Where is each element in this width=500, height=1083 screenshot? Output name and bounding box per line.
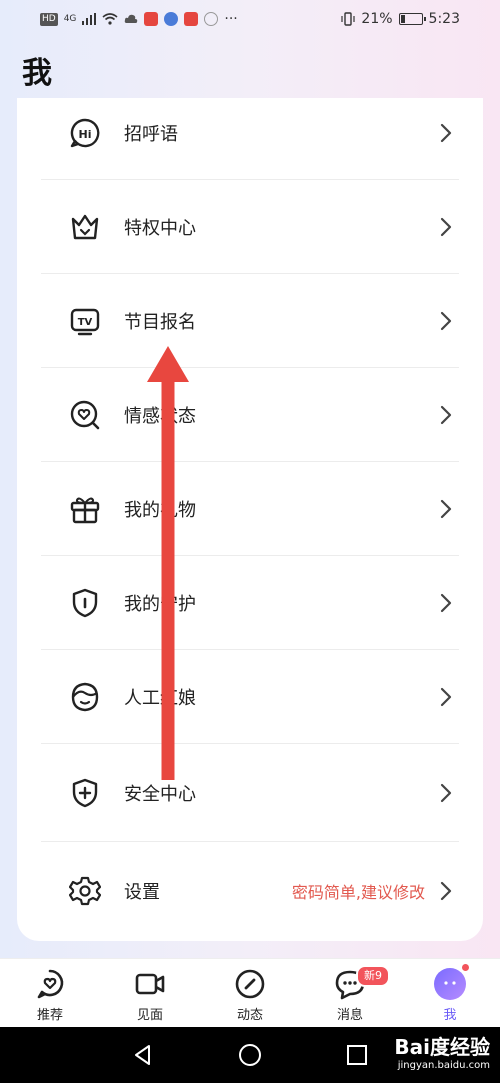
shield-plus-icon	[68, 776, 102, 810]
home-circle-icon	[238, 1044, 261, 1066]
menu-item-label: 情感状态	[124, 406, 196, 427]
chevron-right-icon	[440, 217, 452, 237]
back-triangle-icon	[135, 1045, 151, 1065]
bottom-nav: 推荐 见面 动态 新9 消息 我	[0, 958, 500, 1027]
menu-item-label: 设置	[124, 882, 160, 903]
heart-chat-icon	[33, 967, 67, 1001]
vibrate-icon	[341, 12, 356, 26]
compass-icon	[233, 967, 267, 1001]
nav-label: 消息	[336, 1008, 363, 1023]
status-bar-left: HD 4G ···	[40, 11, 238, 27]
menu-card: Hi 招呼语 特权中心 TV 节目报名 情感状态 我的礼物 我的守护 人工红娘 …	[17, 98, 483, 941]
chevron-right-icon	[440, 405, 452, 425]
heart-search-icon	[68, 398, 102, 432]
menu-item-show-signup[interactable]: TV 节目报名	[41, 274, 459, 368]
watermark-logo: Bai度经验	[394, 1035, 490, 1059]
menu-item-my-guardian[interactable]: 我的守护	[41, 556, 459, 650]
watermark-url: jingyan.baidu.com	[397, 1060, 490, 1071]
menu-item-label: 安全中心	[124, 784, 196, 805]
more-notifications: ···	[224, 11, 238, 27]
svg-text:TV: TV	[78, 317, 93, 328]
recents-square-icon	[346, 1045, 367, 1065]
music-notification-icon	[164, 12, 179, 26]
avatar	[434, 963, 470, 1000]
clock: 5:23	[428, 11, 460, 27]
menu-item-relationship-status[interactable]: 情感状态	[41, 368, 459, 462]
nav-label: 动态	[236, 1008, 263, 1023]
battery-icon	[398, 13, 426, 25]
menu-item-greeting[interactable]: Hi 招呼语	[41, 86, 459, 180]
shield-icon	[68, 586, 102, 620]
menu-item-label: 人工红娘	[124, 688, 196, 709]
nav-label: 见面	[136, 1008, 163, 1023]
menu-item-matchmaker[interactable]: 人工红娘	[41, 650, 459, 744]
wifi-icon	[102, 13, 118, 25]
signal-icon	[82, 13, 97, 25]
nav-tab-recommend[interactable]: 推荐	[0, 959, 100, 1027]
status-bar: HD 4G ··· 21% 5:23	[0, 0, 500, 38]
menu-item-my-gifts[interactable]: 我的礼物	[41, 462, 459, 556]
chevron-right-icon	[440, 687, 452, 707]
app-notification-icon	[184, 12, 199, 26]
gift-icon	[68, 492, 102, 526]
chevron-right-icon	[440, 499, 452, 519]
status-bar-right: 21% 5:23	[341, 11, 460, 27]
watermark: Bai度经验 jingyan.baidu.com	[394, 1035, 490, 1073]
menu-item-label: 招呼语	[124, 124, 178, 145]
avatar-icon	[433, 963, 470, 1001]
nav-tab-messages[interactable]: 新9 消息	[300, 959, 400, 1027]
home-button[interactable]	[238, 1043, 262, 1067]
svg-text:Hi: Hi	[79, 128, 92, 141]
chevron-right-icon	[440, 593, 452, 613]
app-notification-icon	[144, 12, 159, 26]
password-weak-hint: 密码简单,建议修改	[291, 883, 425, 902]
unread-badge: 新9	[356, 965, 390, 987]
crown-icon	[68, 210, 102, 244]
menu-item-settings[interactable]: 设置 密码简单,建议修改	[41, 844, 459, 938]
menu-item-security-center[interactable]: 安全中心	[41, 744, 459, 842]
recents-button[interactable]	[345, 1043, 369, 1067]
matchmaker-icon	[68, 680, 102, 714]
menu-item-privilege-center[interactable]: 特权中心	[41, 180, 459, 274]
nav-label: 推荐	[36, 1008, 63, 1023]
tv-icon: TV	[68, 304, 102, 338]
menu-item-label: 节目报名	[124, 312, 196, 333]
signal-label: 4G	[63, 14, 77, 24]
chevron-right-icon	[440, 783, 452, 803]
back-button[interactable]	[131, 1043, 155, 1067]
chevron-right-icon	[440, 123, 452, 143]
nav-tab-meet[interactable]: 见面	[100, 959, 200, 1027]
hd-badge: HD	[40, 12, 58, 26]
nav-tab-moments[interactable]: 动态	[200, 959, 300, 1027]
menu-item-label: 我的礼物	[124, 500, 196, 521]
gear-icon	[68, 874, 102, 908]
nav-label: 我	[443, 1008, 457, 1023]
chevron-right-icon	[440, 311, 452, 331]
video-icon	[133, 967, 167, 1001]
hi-icon: Hi	[68, 116, 102, 150]
cloud-icon	[125, 14, 138, 23]
notification-dot	[461, 963, 470, 972]
nav-tab-me[interactable]: 我	[400, 959, 500, 1027]
chevron-right-icon	[440, 881, 452, 901]
menu-item-label: 我的守护	[124, 594, 196, 615]
circle-notification-icon	[204, 12, 219, 26]
battery-percent: 21%	[361, 11, 393, 27]
divider	[41, 841, 459, 842]
menu-item-label: 特权中心	[124, 218, 196, 239]
